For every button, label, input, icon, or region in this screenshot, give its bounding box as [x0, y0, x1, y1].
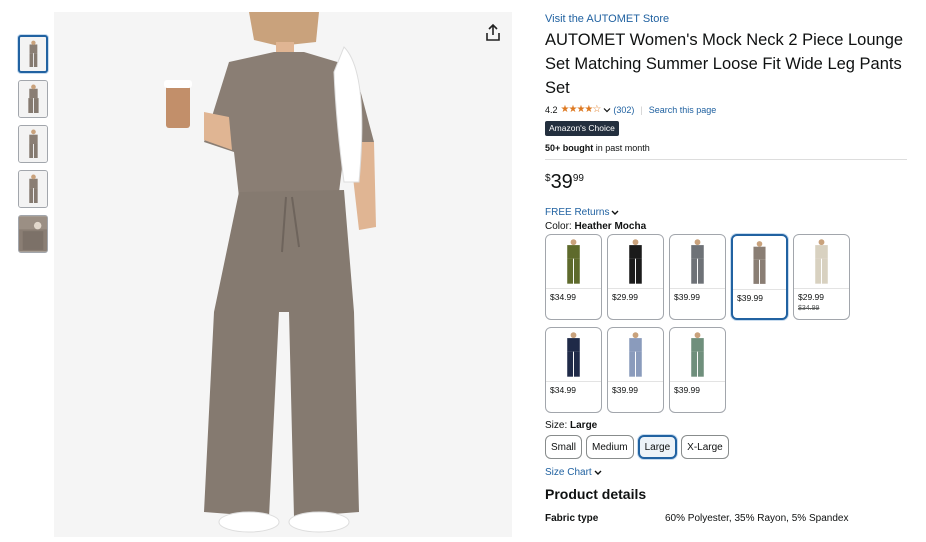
color-selection-label: Color: Heather Mocha	[545, 221, 910, 232]
search-this-page-link[interactable]: Search this page	[649, 103, 717, 117]
share-icon[interactable]	[482, 22, 504, 44]
rating-row: 4.2 ★★★★☆ (302) | Search this page	[545, 103, 910, 117]
swatch-image	[670, 328, 725, 382]
size-chart-label: Size Chart	[545, 467, 592, 478]
color-swatch[interactable]: $29.99	[607, 234, 664, 320]
model-figure	[54, 12, 512, 537]
swatch-price: $34.99	[550, 385, 576, 395]
color-swatch[interactable]: $39.99	[669, 327, 726, 413]
price: $ 39 99	[545, 172, 910, 192]
size-selection-label: Size: Large	[545, 420, 910, 431]
swatch-price: $39.99	[674, 385, 700, 395]
swatch-image	[733, 236, 786, 290]
size-options: Small Medium Large X-Large	[545, 435, 910, 459]
color-value: Heather Mocha	[574, 221, 647, 232]
swatch-price: $34.99	[550, 292, 576, 302]
free-returns-label: FREE Returns	[545, 207, 610, 218]
store-link[interactable]: Visit the AUTOMET Store	[545, 12, 910, 26]
product-info-panel: Visit the AUTOMET Store AUTOMET Women's …	[545, 12, 910, 524]
swatch-image	[670, 235, 725, 289]
color-label: Color:	[545, 221, 575, 232]
bought-count-suffix: in past month	[593, 143, 650, 153]
chevron-down-icon	[594, 470, 602, 475]
size-value: Large	[570, 420, 598, 431]
star-rating-icon[interactable]: ★★★★☆	[561, 103, 602, 117]
price-whole: 39	[550, 171, 573, 193]
swatch-price: $29.99	[612, 292, 638, 302]
thumbnail-5[interactable]	[18, 215, 48, 253]
thumbnail-2[interactable]	[18, 80, 48, 118]
separator: |	[640, 105, 643, 115]
main-product-image[interactable]	[54, 12, 512, 537]
bought-count-number: 50+ bought	[545, 143, 594, 153]
color-swatch[interactable]: $34.99	[545, 234, 602, 320]
amazons-choice-badge: Amazon's Choice	[545, 121, 619, 136]
review-count-link[interactable]: (302)	[613, 103, 634, 117]
detail-row: Fabric type 60% Polyester, 35% Rayon, 5%…	[545, 513, 910, 524]
swatch-price: $39.99	[612, 385, 638, 395]
detail-value: 60% Polyester, 35% Rayon, 5% Spandex	[665, 513, 849, 524]
size-button-medium[interactable]: Medium	[586, 435, 634, 459]
size-button-small[interactable]: Small	[545, 435, 583, 459]
swatch-image	[608, 235, 663, 289]
swatch-price: $39.99	[674, 292, 700, 302]
swatch-list-price: $34.99	[798, 305, 820, 312]
size-button-x-large[interactable]: X-Large	[681, 435, 729, 459]
product-title: AUTOMET Women's Mock Neck 2 Piece Lounge…	[545, 31, 904, 97]
thumbnail-4[interactable]	[18, 170, 48, 208]
swatch-image	[608, 328, 663, 382]
free-returns-link[interactable]: FREE Returns	[545, 207, 910, 218]
divider	[545, 159, 907, 160]
detail-key: Fabric type	[545, 513, 599, 524]
price-fraction: 99	[572, 173, 584, 184]
swatch-image	[546, 235, 601, 289]
chevron-down-icon	[611, 210, 619, 215]
swatch-price: $39.99	[737, 293, 763, 303]
thumbnail-1[interactable]	[18, 35, 48, 73]
size-chart-link[interactable]: Size Chart	[545, 467, 910, 478]
size-label: Size:	[545, 420, 571, 431]
color-swatch[interactable]: $34.99	[545, 327, 602, 413]
swatch-image	[794, 235, 849, 289]
rating-value: 4.2	[545, 105, 558, 115]
swatch-price: $29.99	[798, 292, 824, 302]
color-swatch[interactable]: $39.99	[669, 234, 726, 320]
swatch-image	[546, 328, 601, 382]
size-button-large[interactable]: Large	[637, 435, 678, 459]
thumbnail-strip	[18, 35, 48, 260]
color-swatch[interactable]: $39.99	[731, 234, 788, 320]
color-swatch[interactable]: $29.99 $34.99	[793, 234, 850, 320]
product-details-heading: Product details	[545, 486, 647, 502]
thumbnail-3[interactable]	[18, 125, 48, 163]
color-swatches: $34.99 $29.99 $39.99 $39.99 $29.99 $34.99 $34.…	[545, 234, 865, 420]
chevron-down-icon[interactable]	[603, 106, 611, 114]
color-swatch[interactable]: $39.99	[607, 327, 664, 413]
bought-count: 50+ bought in past month	[545, 142, 910, 154]
